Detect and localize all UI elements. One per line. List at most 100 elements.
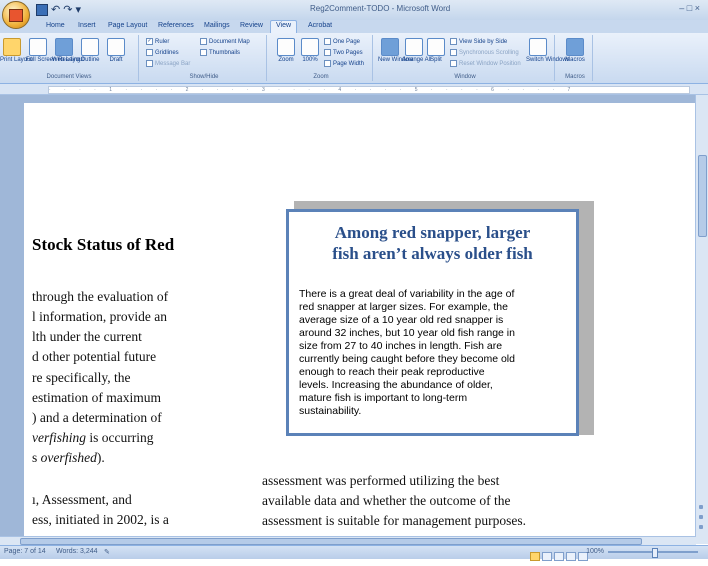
tab-page-layout[interactable]: Page Layout [108,22,147,29]
ruler-bar: · · · · 1 · · · · 2 · · · · 3 · · · · 4 … [0,84,708,95]
full-screen-reading-button[interactable]: Full Screen Reading [26,38,80,63]
ruler-checkbox[interactable]: ✓ Ruler [146,38,169,45]
tab-acrobat[interactable]: Acrobat [308,22,332,29]
body-line: lth under the current [32,329,142,344]
sidebox-line: average size of a 10 year old red snappe… [299,314,504,326]
show-hide-group: ✓ Ruler Gridlines Message Bar Document Ma… [142,35,267,81]
window-title: Reg2Comment-TODO - Microsoft Word [310,4,451,13]
body-line: s overfished). [32,450,105,465]
vertical-scrollbar[interactable] [695,95,708,544]
tab-references[interactable]: References [158,22,194,29]
sidebox-line: There is a great deal of variability in … [299,288,515,300]
gridlines-checkbox[interactable]: Gridlines [146,49,179,56]
draft-button[interactable]: Draft [104,38,128,63]
undo-icon[interactable]: ↶ [51,4,63,16]
outline-button[interactable]: Outline [78,38,102,63]
document-map-checkbox[interactable]: Document Map [200,38,250,45]
new-window-icon [381,38,399,56]
next-page-icon[interactable] [699,525,703,529]
zoom-level[interactable]: 100% [586,548,604,555]
two-pages-button[interactable]: Two Pages [324,49,363,56]
window-label: Window [454,74,476,80]
horizontal-scroll-thumb[interactable] [20,538,642,545]
previous-page-icon[interactable] [699,505,703,509]
zoom-slider-knob[interactable] [652,548,658,558]
web-layout-button[interactable]: Web Layout [52,38,84,63]
sidebox-line: sustainability. [299,405,362,417]
message-bar-checkbox[interactable]: Message Bar [146,60,190,67]
tab-mailings[interactable]: Mailings [204,22,230,29]
body-line: re specifically, the [32,370,131,385]
print-layout-button[interactable]: Print Layout [0,38,32,63]
body-line: ) and a determination of [32,410,162,425]
zoom-label: Zoom [313,74,329,80]
tab-review[interactable]: Review [240,22,263,29]
body-line: l information, provide an [32,309,167,324]
window-controls[interactable]: – □ × [679,3,700,13]
sidebox-line: around 32 inches, but 10 year old fish r… [299,327,515,339]
redo-icon[interactable]: ↷ [63,4,75,16]
new-window-button[interactable]: New Window [378,38,413,63]
sidebox-line: size from 27 to 40 inches in length. Fis… [299,340,503,352]
print-layout-view-icon[interactable] [530,552,540,562]
switch-windows-icon [529,38,547,56]
one-page-icon [324,38,331,45]
outline-view-icon[interactable] [566,552,576,562]
zoom-button[interactable]: Zoom [274,38,298,63]
zoom-100-button[interactable]: 100% [298,38,322,63]
proofing-icon[interactable]: ✎ [104,548,110,556]
full-screen-reading-icon [29,38,47,56]
full-screen-view-icon[interactable] [542,552,552,562]
sync-scroll-icon [450,49,457,56]
sidebar-callout-box[interactable]: Among red snapper, larger fish aren’t al… [286,209,579,436]
office-button[interactable] [2,1,30,29]
macros-button[interactable]: Macros [563,38,587,63]
thumbnails-checkbox[interactable]: Thumbnails [200,49,240,56]
word-count[interactable]: Words: 3,244 [56,548,98,555]
scroll-thumb[interactable] [698,155,707,237]
sidebox-line: enough to reach their peak reproductive [299,366,485,378]
title-bar: ↶↷▾ Reg2Comment-TODO - Microsoft Word – … [0,0,708,29]
sidebox-line: mature fish is important to long-term [299,392,468,404]
body-line: verfishing is occurring [32,430,154,445]
window-group: New Window Arrange All Split View Side b… [376,35,570,81]
reset-position-icon [450,60,457,67]
horizontal-ruler[interactable]: · · · · 1 · · · · 2 · · · · 3 · · · · 4 … [48,86,690,94]
macros-label: Macros [565,74,585,80]
sidebox-line: currently being caught before they becom… [299,353,515,365]
zoom-slider[interactable] [608,548,698,558]
arrange-all-icon [405,38,423,56]
body-line: estimation of maximum [32,390,161,405]
body-line: assessment is suitable for management pu… [262,513,526,528]
reset-window-position-button[interactable]: Reset Window Position [450,60,521,67]
emphasis-text: verfishing [32,430,86,445]
page-count[interactable]: Page: 7 of 14 [4,548,46,555]
view-buttons [528,548,588,566]
sidebox-line: levels. Increasing the abundance of olde… [299,379,493,391]
outline-icon [81,38,99,56]
tab-view[interactable]: View [270,20,298,34]
arrange-all-button[interactable]: Arrange All [402,38,431,63]
save-icon[interactable] [36,4,48,17]
document-views-group: Print Layout Full Screen Reading Web Lay… [0,35,139,81]
split-button[interactable]: Split [424,38,448,63]
page-width-button[interactable]: Page Width [324,60,364,67]
word-logo-icon [9,9,23,22]
select-browse-object-icon[interactable] [699,515,703,519]
customize-qat-icon[interactable]: ▾ [75,4,84,16]
document-views-label: Document Views [46,74,92,80]
zoom-group: Zoom 100% One Page Two Pages Page Width … [270,35,373,81]
synchronous-scrolling-button[interactable]: Synchronous Scrolling [450,49,519,56]
body-line: ess, initiated in 2002, is a [32,512,169,527]
tab-insert[interactable]: Insert [78,22,96,29]
tab-home[interactable]: Home [46,22,65,29]
web-layout-view-icon[interactable] [554,552,564,562]
emphasis-text: overfished [40,450,97,465]
body-line: ı, Assessment, and [32,492,132,507]
switch-windows-button[interactable]: Switch Windows [526,38,570,63]
show-hide-label: Show/Hide [189,74,219,80]
view-side-by-side-button[interactable]: View Side by Side [450,38,507,45]
one-page-button[interactable]: One Page [324,38,360,45]
horizontal-scrollbar[interactable] [0,536,696,545]
two-pages-icon [324,49,331,56]
